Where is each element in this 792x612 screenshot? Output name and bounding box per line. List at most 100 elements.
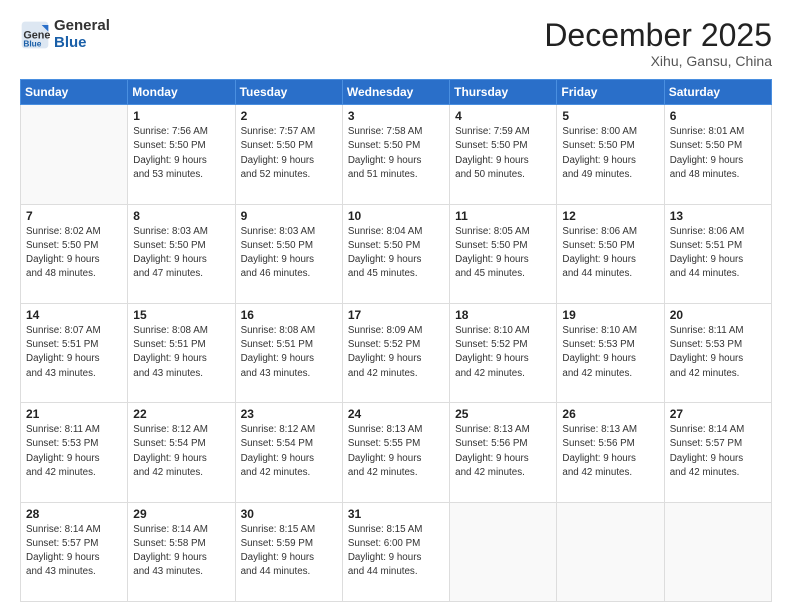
calendar: SundayMondayTuesdayWednesdayThursdayFrid… — [20, 79, 772, 602]
calendar-cell: 9Sunrise: 8:03 AMSunset: 5:50 PMDaylight… — [235, 204, 342, 303]
calendar-cell — [21, 105, 128, 204]
day-number: 22 — [133, 407, 229, 421]
day-number: 5 — [562, 109, 658, 123]
day-number: 31 — [348, 507, 444, 521]
day-info: Sunrise: 8:14 AMSunset: 5:57 PMDaylight:… — [670, 423, 766, 480]
calendar-cell: 21 Sunrise: 8:11 AMSunset: 5:53 PMDayligh… — [21, 403, 128, 502]
logo: General Blue General Blue — [20, 18, 110, 51]
calendar-cell: 14 Sunrise: 8:07 AMSunset: 5:51 PMDayligh… — [21, 303, 128, 402]
day-info: Sunrise: 8:00 AMSunset: 5:50 PMDaylight:… — [562, 125, 658, 182]
day-info: Sunrise: 8:06 AMSunset: 5:50 PMDaylight:… — [562, 225, 658, 282]
weekday-header-sunday: Sunday — [21, 80, 128, 105]
day-number: 20 — [670, 308, 766, 322]
day-info: Sunrise: 8:10 AMSunset: 5:53 PMDaylight:… — [562, 324, 658, 381]
day-number: 21 — [26, 407, 122, 421]
month-title: December 2025 — [544, 18, 772, 53]
day-number: 19 — [562, 308, 658, 322]
weekday-header-monday: Monday — [128, 80, 235, 105]
calendar-cell: 17 Sunrise: 8:09 AMSunset: 5:52 PMDayligh… — [342, 303, 449, 402]
day-info: Sunrise: 8:09 AMSunset: 5:52 PMDaylight:… — [348, 324, 444, 381]
day-info: Sunrise: 8:13 AMSunset: 5:56 PMDaylight:… — [562, 423, 658, 480]
calendar-cell: 3Sunrise: 7:58 AMSunset: 5:50 PMDaylight… — [342, 105, 449, 204]
logo-text-block: General Blue — [54, 18, 110, 51]
day-number: 6 — [670, 109, 766, 123]
weekday-header-row: SundayMondayTuesdayWednesdayThursdayFrid… — [21, 80, 772, 105]
logo-icon: General Blue — [20, 20, 50, 50]
day-number: 8 — [133, 209, 229, 223]
weekday-header-wednesday: Wednesday — [342, 80, 449, 105]
calendar-cell: 16 Sunrise: 8:08 AMSunset: 5:51 PMDayligh… — [235, 303, 342, 402]
calendar-cell: 19 Sunrise: 8:10 AMSunset: 5:53 PMDayligh… — [557, 303, 664, 402]
day-info: Sunrise: 8:15 AMSunset: 6:00 PMDaylight:… — [348, 523, 444, 580]
day-number: 18 — [455, 308, 551, 322]
day-number: 16 — [241, 308, 337, 322]
day-info: Sunrise: 8:11 AMSunset: 5:53 PMDaylight:… — [26, 423, 122, 480]
calendar-cell: 26Sunrise: 8:13 AMSunset: 5:56 PMDayligh… — [557, 403, 664, 502]
logo-blue: Blue — [54, 35, 110, 52]
day-number: 7 — [26, 209, 122, 223]
logo-general: General — [54, 18, 110, 35]
day-info: Sunrise: 8:02 AMSunset: 5:50 PMDaylight:… — [26, 225, 122, 282]
week-row-5: 28 Sunrise: 8:14 AMSunset: 5:57 PMDayligh… — [21, 502, 772, 601]
day-info: Sunrise: 7:56 AMSunset: 5:50 PMDaylight:… — [133, 125, 229, 182]
day-number: 12 — [562, 209, 658, 223]
day-info: Sunrise: 8:08 AMSunset: 5:51 PMDaylight:… — [241, 324, 337, 381]
calendar-cell — [450, 502, 557, 601]
calendar-cell: 12 Sunrise: 8:06 AMSunset: 5:50 PMDayligh… — [557, 204, 664, 303]
calendar-cell — [664, 502, 771, 601]
day-number: 29 — [133, 507, 229, 521]
calendar-cell: 24Sunrise: 8:13 AMSunset: 5:55 PMDayligh… — [342, 403, 449, 502]
day-info: Sunrise: 8:15 AMSunset: 5:59 PMDaylight:… — [241, 523, 337, 580]
weekday-header-tuesday: Tuesday — [235, 80, 342, 105]
week-row-4: 21 Sunrise: 8:11 AMSunset: 5:53 PMDayligh… — [21, 403, 772, 502]
calendar-cell: 20Sunrise: 8:11 AMSunset: 5:53 PMDayligh… — [664, 303, 771, 402]
calendar-cell: 29 Sunrise: 8:14 AMSunset: 5:58 PMDayligh… — [128, 502, 235, 601]
calendar-cell: 23Sunrise: 8:12 AMSunset: 5:54 PMDayligh… — [235, 403, 342, 502]
day-info: Sunrise: 8:08 AMSunset: 5:51 PMDaylight:… — [133, 324, 229, 381]
calendar-cell: 22Sunrise: 8:12 AMSunset: 5:54 PMDayligh… — [128, 403, 235, 502]
day-info: Sunrise: 8:03 AMSunset: 5:50 PMDaylight:… — [133, 225, 229, 282]
header: General Blue General Blue December 2025 … — [20, 18, 772, 69]
day-number: 24 — [348, 407, 444, 421]
calendar-cell: 11 Sunrise: 8:05 AMSunset: 5:50 PMDayligh… — [450, 204, 557, 303]
page: General Blue General Blue December 2025 … — [0, 0, 792, 612]
day-number: 14 — [26, 308, 122, 322]
day-info: Sunrise: 8:07 AMSunset: 5:51 PMDaylight:… — [26, 324, 122, 381]
day-number: 2 — [241, 109, 337, 123]
calendar-cell: 5 Sunrise: 8:00 AMSunset: 5:50 PMDaylight… — [557, 105, 664, 204]
week-row-1: 1Sunrise: 7:56 AMSunset: 5:50 PMDaylight… — [21, 105, 772, 204]
day-number: 30 — [241, 507, 337, 521]
day-number: 3 — [348, 109, 444, 123]
calendar-cell: 27 Sunrise: 8:14 AMSunset: 5:57 PMDayligh… — [664, 403, 771, 502]
day-number: 17 — [348, 308, 444, 322]
day-info: Sunrise: 8:12 AMSunset: 5:54 PMDaylight:… — [241, 423, 337, 480]
day-info: Sunrise: 7:57 AMSunset: 5:50 PMDaylight:… — [241, 125, 337, 182]
title-block: December 2025 Xihu, Gansu, China — [544, 18, 772, 69]
day-info: Sunrise: 8:14 AMSunset: 5:58 PMDaylight:… — [133, 523, 229, 580]
day-number: 13 — [670, 209, 766, 223]
day-info: Sunrise: 8:04 AMSunset: 5:50 PMDaylight:… — [348, 225, 444, 282]
weekday-header-friday: Friday — [557, 80, 664, 105]
day-info: Sunrise: 8:14 AMSunset: 5:57 PMDaylight:… — [26, 523, 122, 580]
day-info: Sunrise: 8:05 AMSunset: 5:50 PMDaylight:… — [455, 225, 551, 282]
calendar-cell: 18Sunrise: 8:10 AMSunset: 5:52 PMDayligh… — [450, 303, 557, 402]
day-number: 15 — [133, 308, 229, 322]
day-number: 11 — [455, 209, 551, 223]
weekday-header-saturday: Saturday — [664, 80, 771, 105]
calendar-cell — [557, 502, 664, 601]
calendar-cell: 25Sunrise: 8:13 AMSunset: 5:56 PMDayligh… — [450, 403, 557, 502]
day-info: Sunrise: 7:59 AMSunset: 5:50 PMDaylight:… — [455, 125, 551, 182]
day-number: 27 — [670, 407, 766, 421]
week-row-2: 7 Sunrise: 8:02 AMSunset: 5:50 PMDaylight… — [21, 204, 772, 303]
day-info: Sunrise: 8:06 AMSunset: 5:51 PMDaylight:… — [670, 225, 766, 282]
calendar-cell: 7 Sunrise: 8:02 AMSunset: 5:50 PMDaylight… — [21, 204, 128, 303]
calendar-cell: 2 Sunrise: 7:57 AMSunset: 5:50 PMDaylight… — [235, 105, 342, 204]
day-number: 10 — [348, 209, 444, 223]
calendar-cell: 6Sunrise: 8:01 AMSunset: 5:50 PMDaylight… — [664, 105, 771, 204]
day-number: 28 — [26, 507, 122, 521]
location: Xihu, Gansu, China — [544, 53, 772, 69]
calendar-cell: 8 Sunrise: 8:03 AMSunset: 5:50 PMDaylight… — [128, 204, 235, 303]
day-info: Sunrise: 8:13 AMSunset: 5:56 PMDaylight:… — [455, 423, 551, 480]
calendar-cell: 4Sunrise: 7:59 AMSunset: 5:50 PMDaylight… — [450, 105, 557, 204]
day-info: Sunrise: 8:03 AMSunset: 5:50 PMDaylight:… — [241, 225, 337, 282]
